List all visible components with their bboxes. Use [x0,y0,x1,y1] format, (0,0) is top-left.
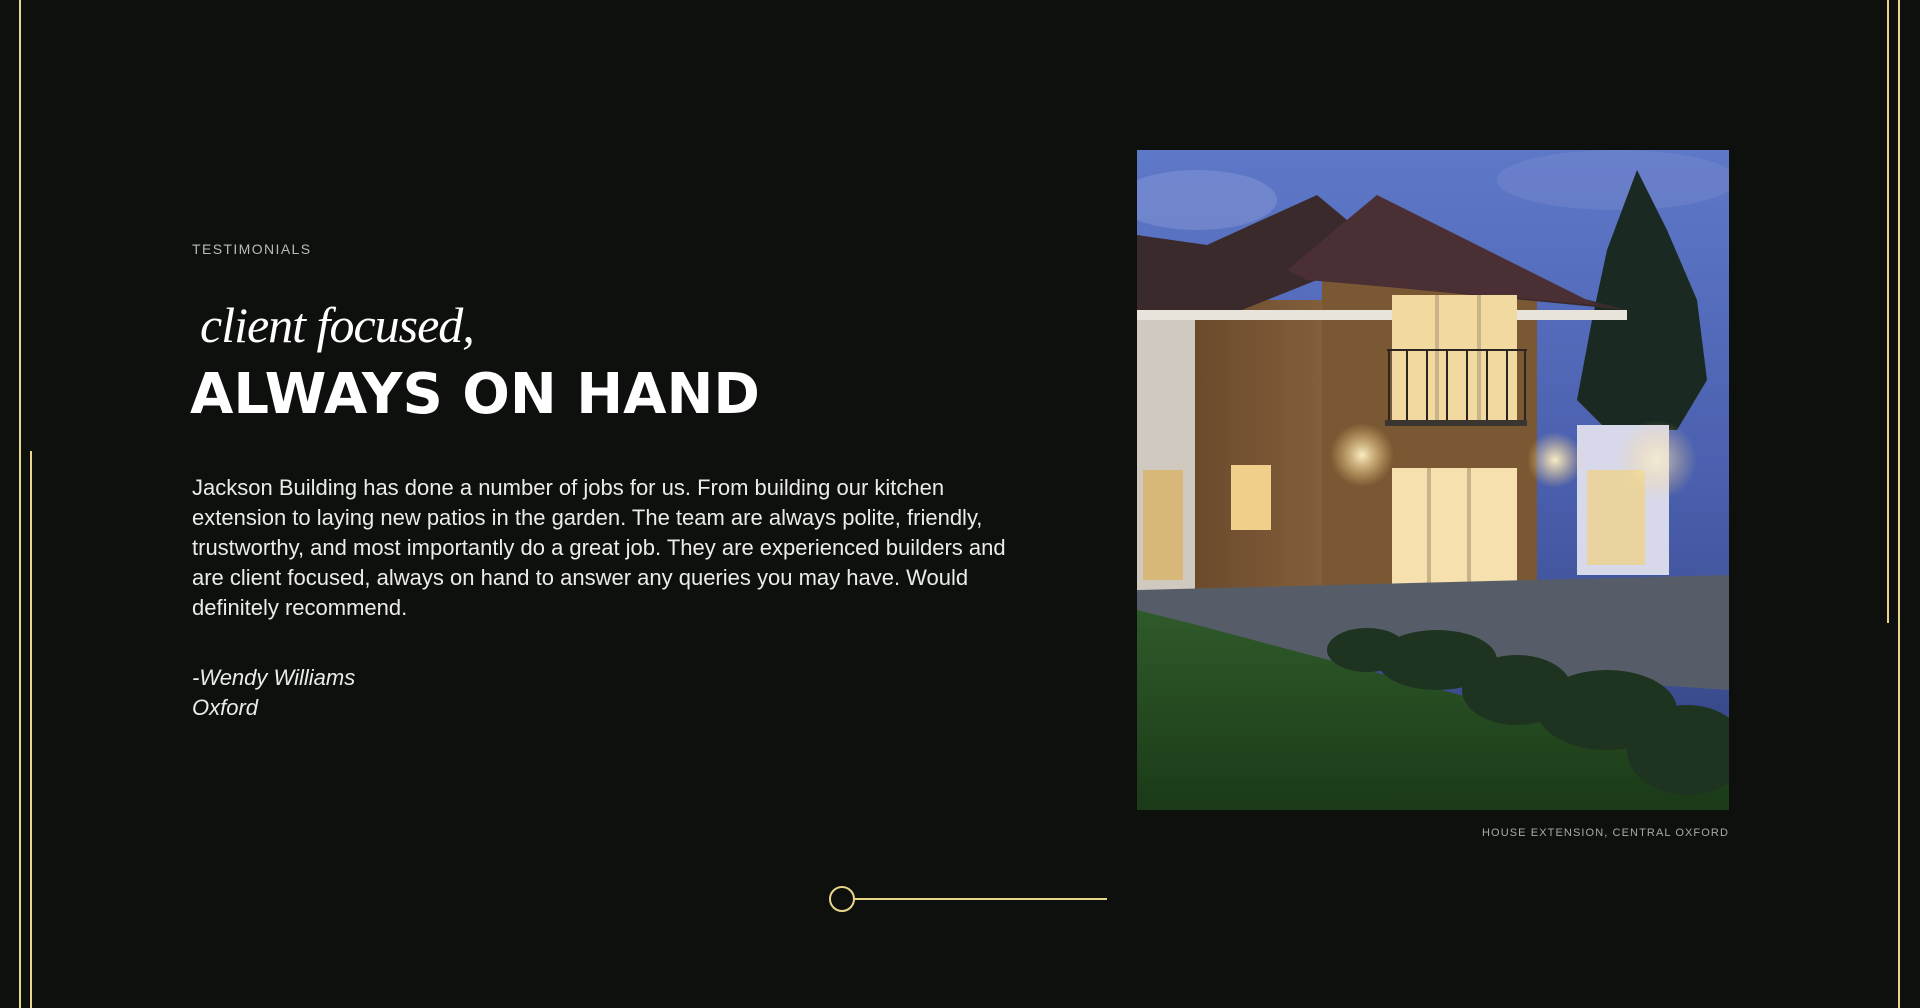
frame-line-right-inner [1887,0,1889,623]
section-eyebrow: TESTIMONIALS [192,241,312,257]
heading-main: ALWAYS ON HAND [190,362,760,427]
frame-line-right-outer [1898,0,1900,1008]
heading-script: client focused, [200,297,475,353]
testimonial-author: -Wendy Williams [192,665,356,690]
house-extension-photo [1137,150,1729,810]
slider-handle[interactable] [829,886,855,912]
testimonial-quote: Jackson Building has done a number of jo… [192,475,1006,620]
testimonial-author-block: -Wendy Williams Oxford [192,663,355,723]
frame-line-left-outer [19,0,21,1008]
testimonial-location: Oxford [192,695,259,720]
testimonial-slider[interactable] [829,886,1109,912]
frame-line-left-inner [30,451,32,1008]
slider-track[interactable] [853,898,1107,900]
image-caption: HOUSE EXTENSION, CENTRAL OXFORD [1482,827,1729,839]
